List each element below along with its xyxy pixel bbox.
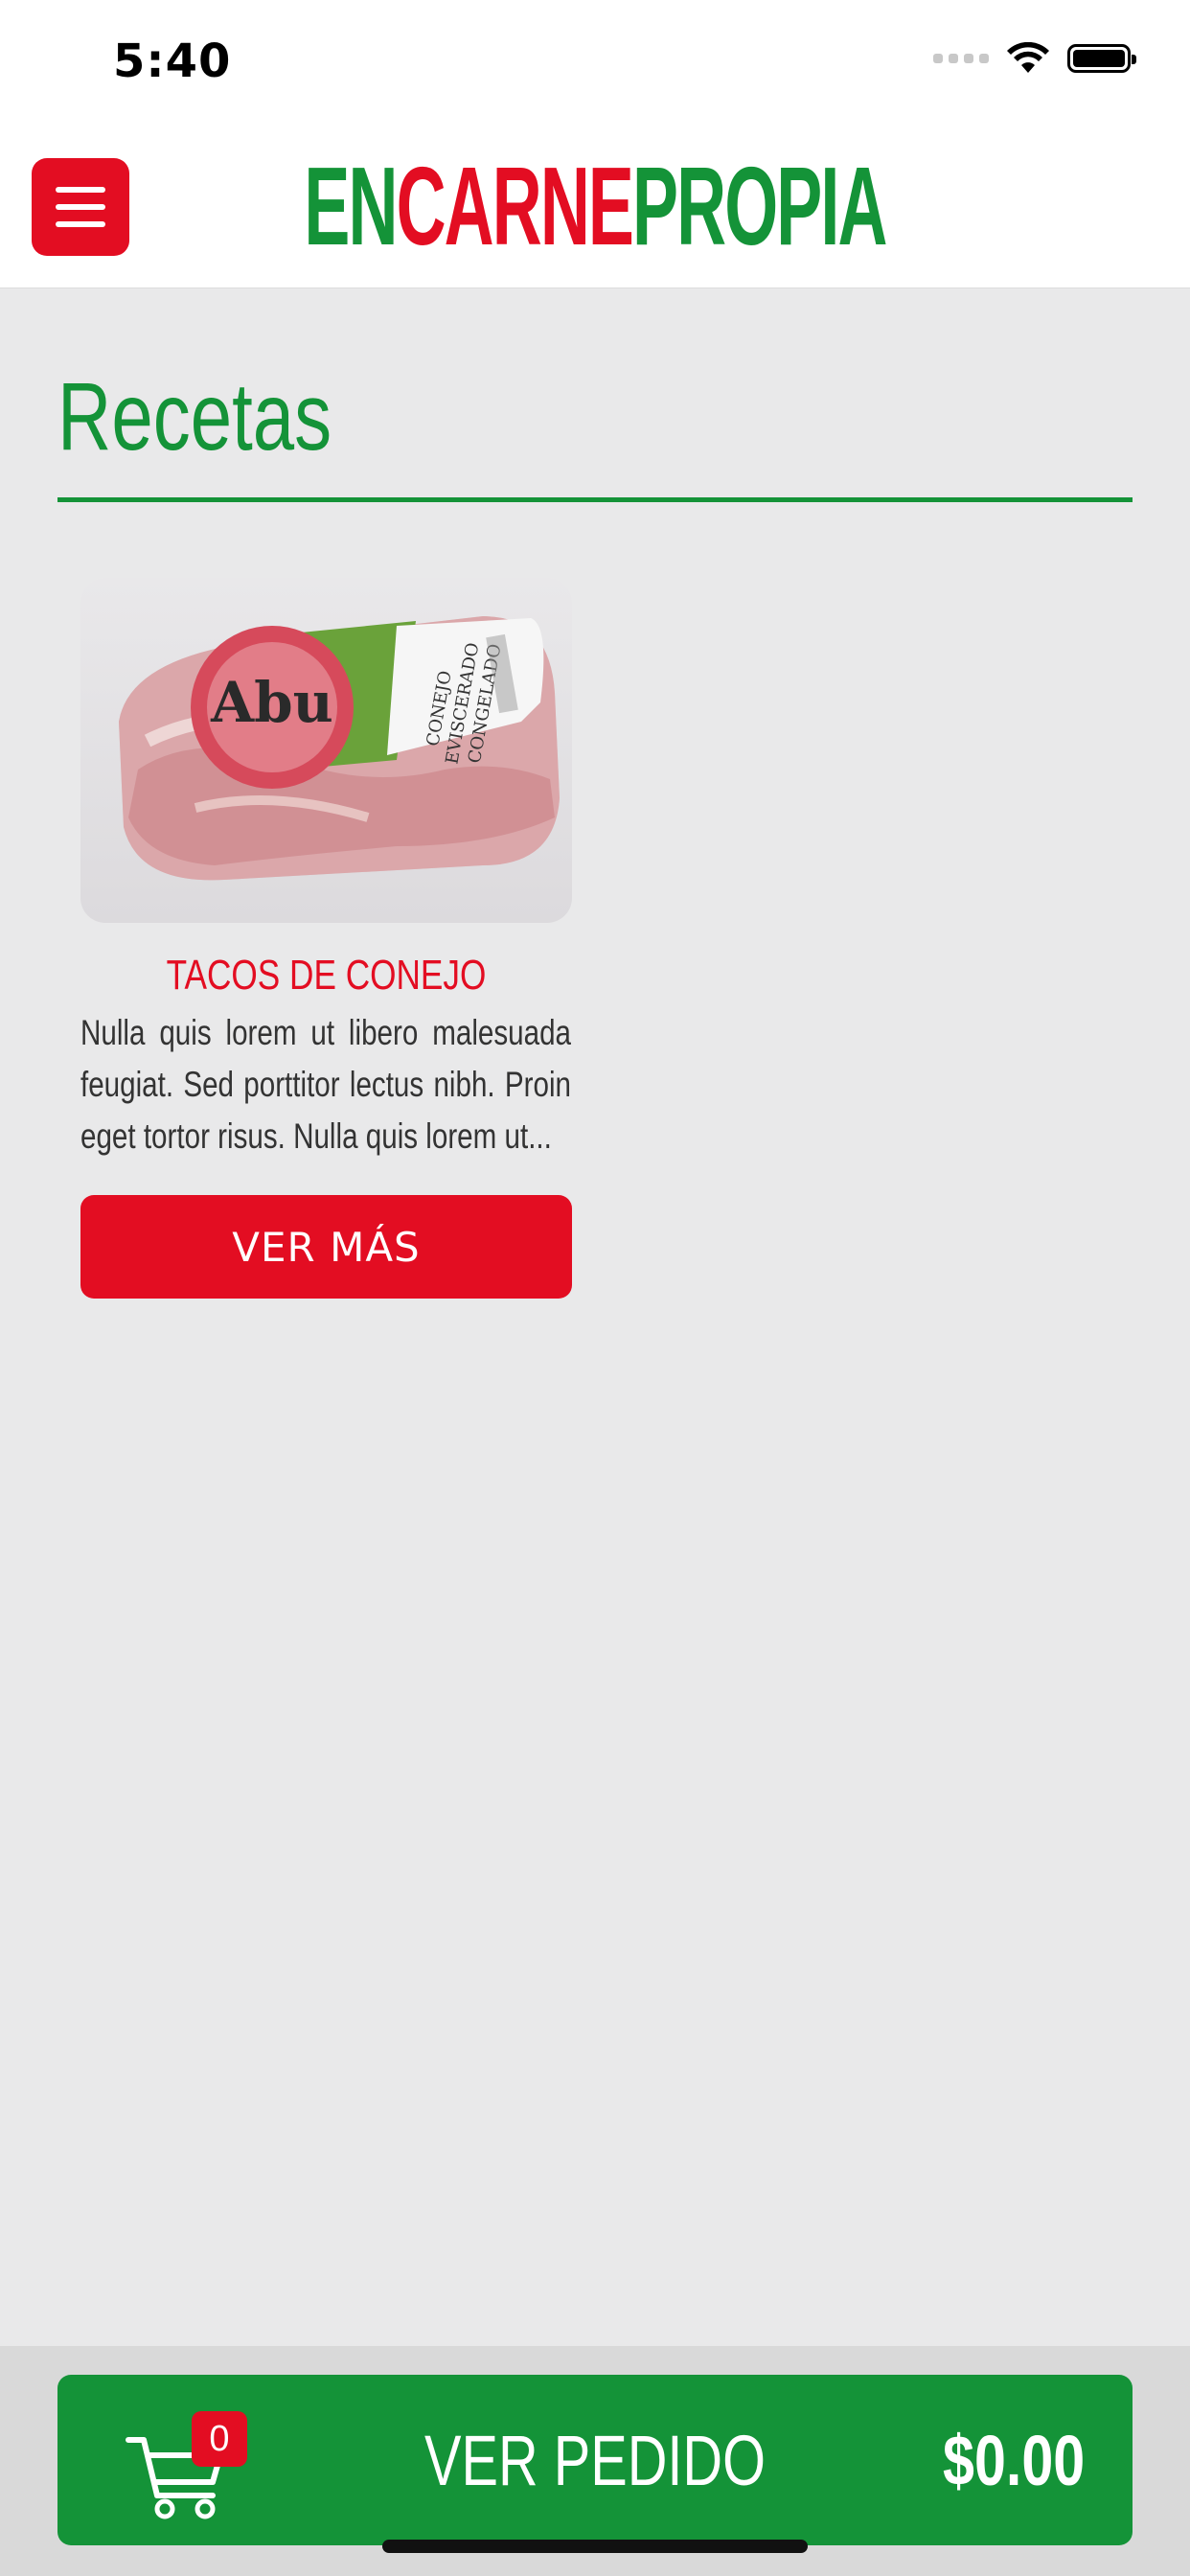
- recipe-card: Abu CONEJO EVISCERADO CONGELADO TACOS DE…: [80, 578, 572, 1299]
- battery-icon: [1067, 44, 1136, 73]
- title-divider: [57, 497, 1133, 502]
- logo-part-propia: PROPIA: [632, 144, 887, 268]
- view-order-button[interactable]: 0 VER PEDIDO $0.00: [57, 2375, 1133, 2545]
- wifi-icon: [1007, 42, 1049, 73]
- recipe-description: Nulla quis lorem ut libero malesuada feu…: [80, 1013, 571, 1156]
- logo-part-en: EN: [304, 144, 398, 268]
- cellular-signal-icon: [933, 54, 989, 63]
- menu-icon-line: [56, 187, 105, 193]
- order-total: $0.00: [942, 2421, 1085, 2500]
- status-icons: [933, 42, 1136, 75]
- hamburger-menu-button[interactable]: [32, 158, 129, 256]
- menu-icon-line: [56, 204, 105, 210]
- home-indicator[interactable]: [382, 2540, 808, 2553]
- brand-logo[interactable]: ENCARNEPROPIA: [226, 149, 964, 264]
- menu-icon-line: [56, 221, 105, 227]
- recipe-title[interactable]: TACOS DE CONEJO: [129, 952, 522, 1000]
- logo-part-carne: CARNE: [396, 144, 634, 268]
- app-header: ENCARNEPROPIA: [0, 129, 1190, 288]
- recipe-image[interactable]: Abu CONEJO EVISCERADO CONGELADO: [80, 578, 572, 923]
- view-order-label: VER PEDIDO: [423, 2421, 767, 2500]
- status-bar: 5:40: [0, 0, 1190, 129]
- page-title: Recetas: [57, 363, 332, 471]
- meat-package-image: Abu CONEJO EVISCERADO CONGELADO: [80, 578, 572, 923]
- status-time: 5:40: [113, 34, 232, 88]
- ver-mas-button[interactable]: VER MÁS: [80, 1195, 572, 1299]
- package-brand-text: Abu: [210, 670, 333, 735]
